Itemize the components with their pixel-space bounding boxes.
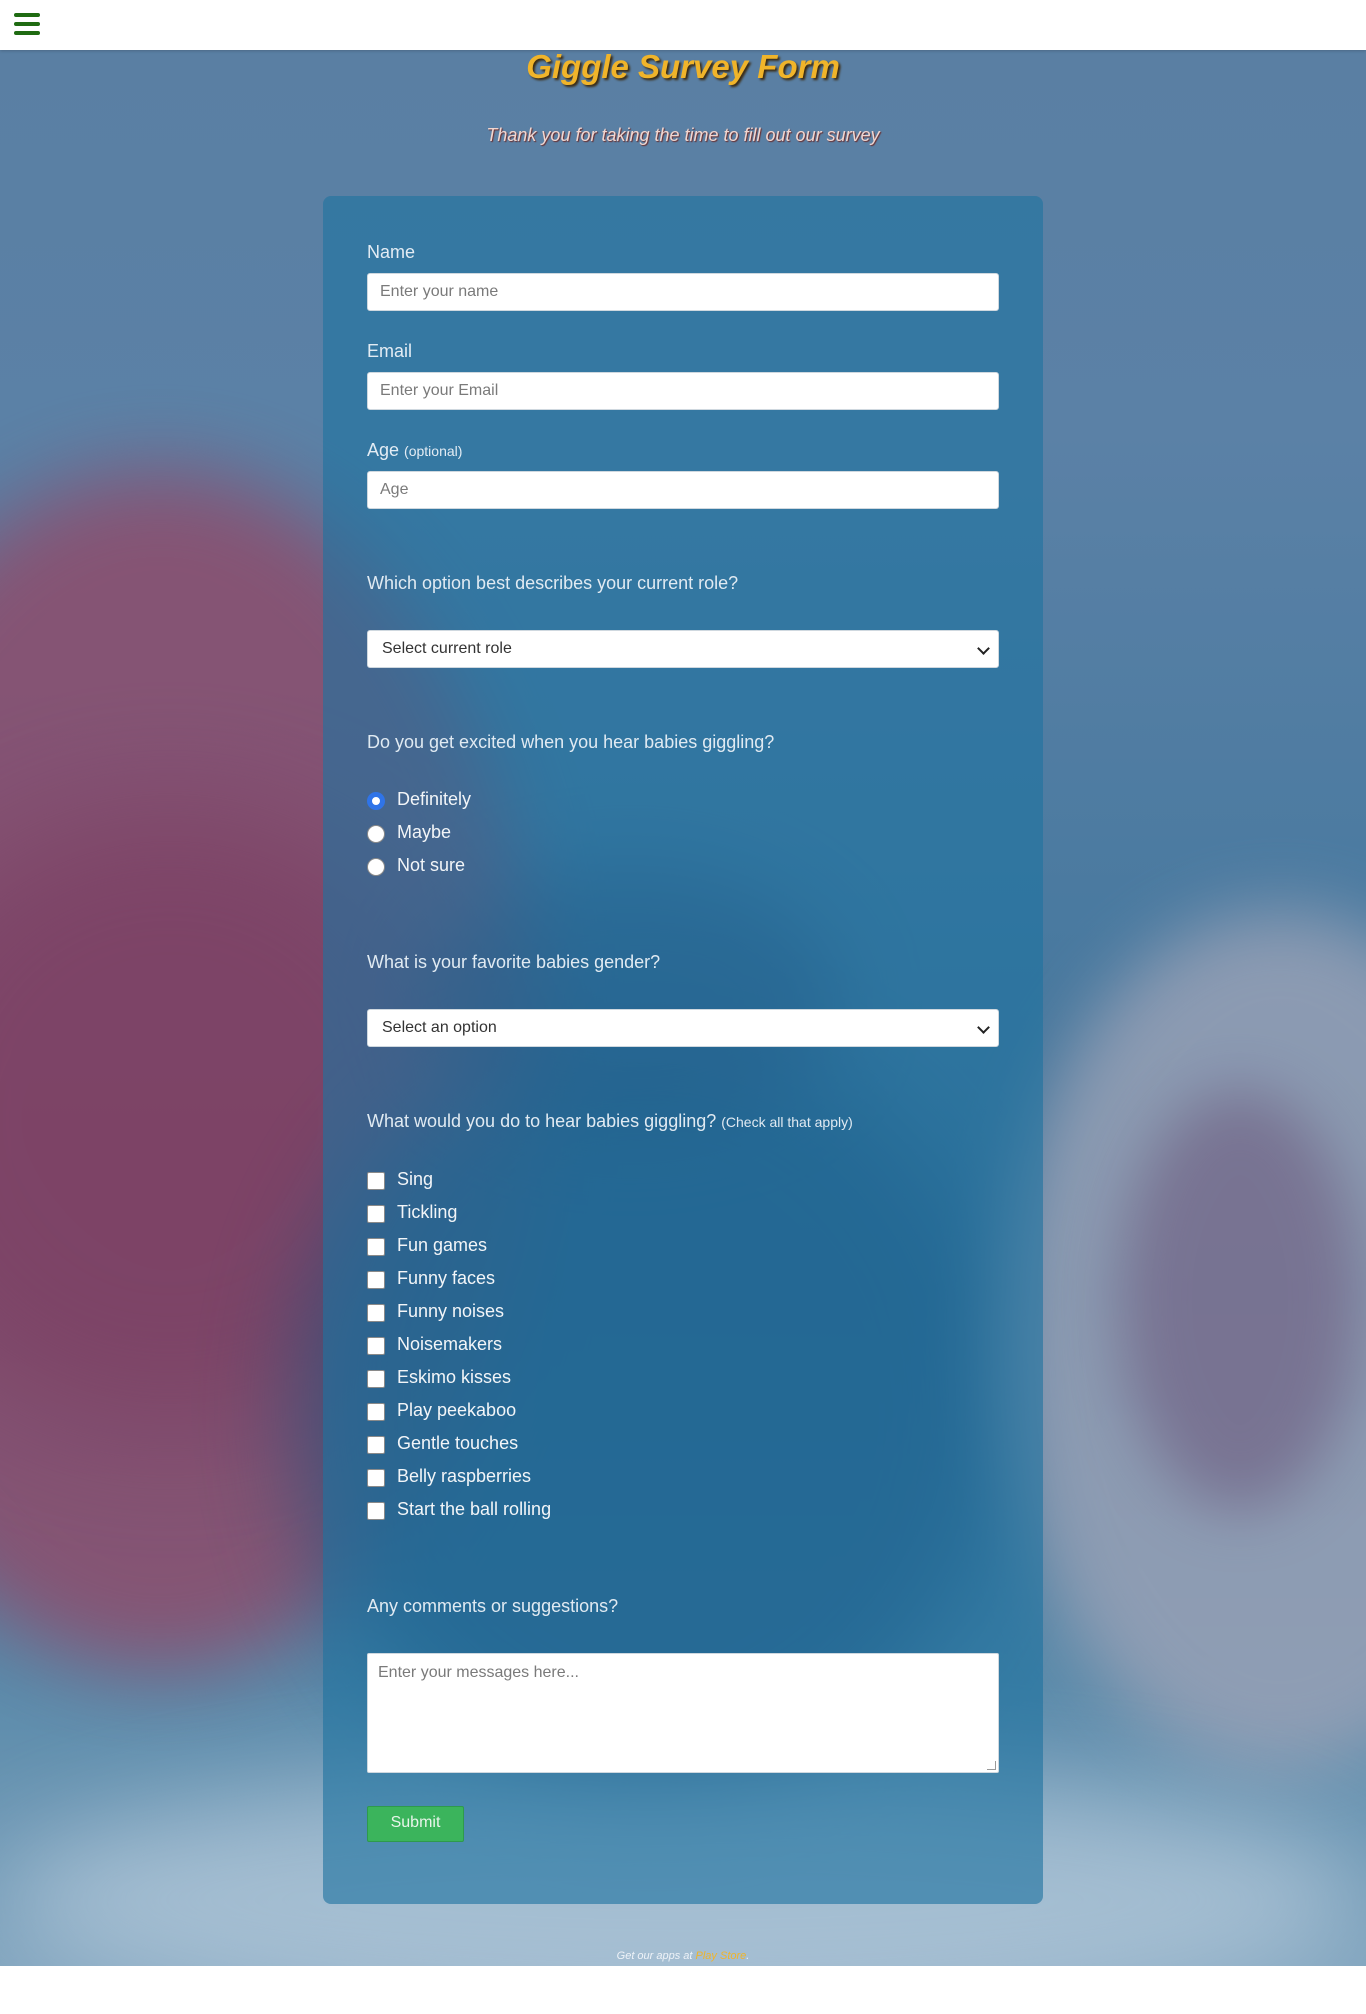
radio-icon[interactable] (367, 858, 385, 876)
footer: Get our apps at Play Store. (0, 1950, 1366, 1962)
checkbox-icon[interactable] (367, 1205, 385, 1223)
role-select[interactable]: Select current role (367, 630, 999, 668)
submit-button[interactable]: Submit (367, 1806, 464, 1842)
hamburger-menu-icon[interactable] (14, 13, 40, 35)
top-bar (0, 0, 1366, 50)
comments-textarea[interactable]: Enter your messages here... (367, 1653, 999, 1773)
page-subtitle: Thank you for taking the time to fill ou… (486, 125, 880, 145)
checkbox-icon[interactable] (367, 1502, 385, 1520)
comments-question: Any comments or suggestions? (367, 1596, 619, 1616)
resize-handle-icon[interactable] (987, 1761, 996, 1770)
chevron-down-icon (977, 642, 990, 655)
email-label: Email (367, 341, 413, 361)
checkbox-icon[interactable] (367, 1271, 385, 1289)
checkbox-icon[interactable] (367, 1370, 385, 1388)
footer-period: . (746, 1950, 750, 1962)
checkbox-icon[interactable] (367, 1337, 385, 1355)
chevron-down-icon (977, 1021, 990, 1034)
age-optional-hint: (optional) (404, 443, 463, 459)
checkbox-icon[interactable] (367, 1469, 385, 1487)
gender-select-value: Select an option (382, 1019, 497, 1036)
activities-hint: (Check all that apply) (721, 1114, 853, 1130)
page-title: Giggle Survey Form (526, 48, 840, 85)
activities-question: What would you do to hear babies gigglin… (367, 1111, 853, 1131)
radio-icon[interactable] (367, 825, 385, 843)
role-select-value: Select current role (382, 640, 512, 657)
role-question: Which option best describes your current… (367, 573, 739, 593)
age-label: Age (optional) (367, 440, 463, 460)
name-label: Name (367, 242, 416, 262)
email-input[interactable] (367, 372, 999, 410)
footer-text: Get our apps at (616, 1950, 693, 1962)
excited-question: Do you get excited when you hear babies … (367, 732, 775, 752)
gender-question: What is your favorite babies gender? (367, 952, 661, 972)
checkbox-icon[interactable] (367, 1436, 385, 1454)
checkbox-icon[interactable] (367, 1304, 385, 1322)
checkbox-icon[interactable] (367, 1238, 385, 1256)
checkbox-icon[interactable] (367, 1172, 385, 1190)
play-store-link[interactable]: Play Store (696, 1950, 747, 1962)
comments-placeholder: Enter your messages here... (378, 1664, 579, 1681)
name-input[interactable] (367, 273, 999, 311)
age-input[interactable] (367, 471, 999, 509)
radio-selected-icon[interactable] (367, 792, 385, 810)
gender-select[interactable]: Select an option (367, 1009, 999, 1047)
checkbox-icon[interactable] (367, 1403, 385, 1421)
